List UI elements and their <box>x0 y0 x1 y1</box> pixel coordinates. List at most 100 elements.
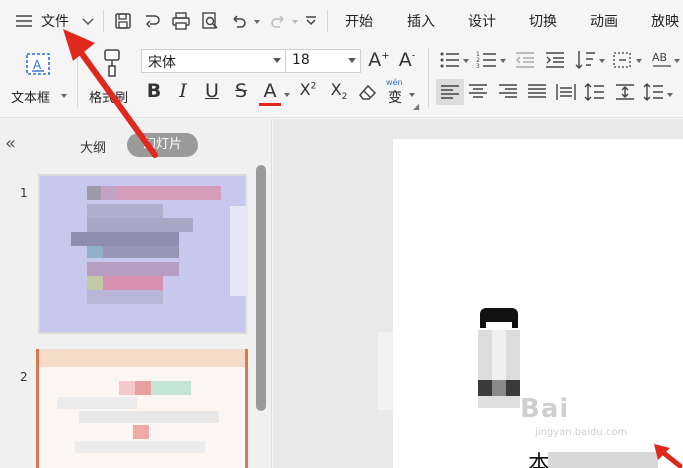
text-direction-dropdown-icon[interactable] <box>636 59 642 63</box>
phonetic-glyph: wén <box>386 78 403 87</box>
tab-insert[interactable]: 插入 <box>407 10 435 32</box>
thumbnail-pixel <box>151 381 191 395</box>
decrease-indent-icon[interactable] <box>514 51 536 69</box>
thumbnail-pixel <box>79 411 219 423</box>
tab-label: 动画 <box>590 14 618 30</box>
phonetic-char: 变 <box>388 90 402 106</box>
thumbnail-pixel <box>87 246 103 258</box>
font-color-dropdown-icon[interactable] <box>284 93 290 97</box>
underline-icon[interactable]: U <box>201 80 223 102</box>
more-icon[interactable] <box>301 11 321 31</box>
figure-pixel <box>478 396 520 408</box>
increase-font-icon[interactable]: A+ <box>368 49 390 71</box>
svg-text:3: 3 <box>476 63 480 69</box>
chevron-down-icon <box>348 58 356 63</box>
slide-text[interactable]: 本 <box>528 446 550 468</box>
phonetic-dropdown-icon[interactable] <box>409 93 415 97</box>
column-spacing-dropdown-icon[interactable] <box>667 93 673 97</box>
chevron-down-icon <box>273 58 281 63</box>
bullet-dropdown-icon[interactable] <box>463 59 469 63</box>
paragraph-spacing-icon[interactable] <box>614 82 636 102</box>
thumbnail-pixel <box>71 232 179 246</box>
italic-icon[interactable]: I <box>172 80 194 102</box>
textbox-icon[interactable]: A <box>24 50 52 78</box>
undo-dropdown-icon[interactable] <box>254 20 260 24</box>
textbox-button[interactable]: 文本框 <box>11 87 50 106</box>
superscript-icon[interactable]: X2 <box>297 80 319 99</box>
thumbnail-pixel <box>87 262 179 276</box>
tab-label: 开始 <box>345 14 373 30</box>
thumbnail-pixel <box>87 186 101 200</box>
tab-label: 插入 <box>407 14 435 30</box>
eraser-icon[interactable] <box>357 81 379 103</box>
decrease-font-icon[interactable]: A- <box>396 49 418 71</box>
tab-label: 设计 <box>468 14 496 30</box>
bullet-list-icon[interactable] <box>439 51 461 69</box>
font-size-select[interactable]: 18 <box>285 49 361 73</box>
figure-pixel <box>492 380 506 396</box>
thumbnail-pixel <box>87 276 103 290</box>
thumbnail-pixel <box>101 186 117 200</box>
numbered-dropdown-icon[interactable] <box>500 59 506 63</box>
thumbnail-pixel <box>117 186 221 200</box>
numbered-list-icon[interactable]: 123 <box>476 51 498 69</box>
sort-dropdown-icon[interactable] <box>599 59 605 63</box>
slide-thumbnail-1[interactable] <box>38 174 248 334</box>
thumbnail-pixel <box>133 425 149 439</box>
tab-start[interactable]: 开始 <box>345 10 373 32</box>
thumbnail-pixel <box>87 218 193 232</box>
slide-thumbnail-2[interactable] <box>36 349 248 468</box>
svg-text:AB: AB <box>652 51 667 64</box>
undo-icon[interactable] <box>229 11 249 31</box>
column-spacing-icon[interactable] <box>643 82 665 102</box>
thumbnail-pixel <box>87 290 163 304</box>
thumbnail-scrollbar[interactable] <box>256 165 266 411</box>
redo-dropdown-icon[interactable] <box>292 20 298 24</box>
redo-icon[interactable] <box>268 11 288 31</box>
figure-pixel <box>486 322 512 330</box>
tab-animation[interactable]: 动画 <box>590 10 618 32</box>
tab-slideshow[interactable]: 放映 <box>651 10 679 32</box>
text-direction-icon[interactable] <box>611 50 633 70</box>
slide-number: 2 <box>20 370 28 384</box>
thumbnail-pixel <box>135 381 151 395</box>
collapse-panel-icon[interactable]: « <box>5 133 16 154</box>
watermark: Bai <box>520 394 570 424</box>
font-color-icon[interactable]: A <box>259 80 281 106</box>
thumbnail-pixel <box>39 349 245 367</box>
line-spacing-icon[interactable] <box>584 82 606 102</box>
tab-label: 切换 <box>529 14 557 30</box>
annotation-arrow-slide <box>654 444 683 468</box>
increase-indent-icon[interactable] <box>544 51 566 69</box>
align-left-icon[interactable] <box>436 79 464 105</box>
tab-transition[interactable]: 切换 <box>529 10 557 32</box>
thumbnail-pixel <box>230 206 248 296</box>
align-center-icon[interactable] <box>467 83 489 101</box>
thumbnail-pixel <box>119 381 135 395</box>
phonetic-guide-button[interactable]: 变 <box>388 87 402 107</box>
sort-icon[interactable] <box>574 49 598 71</box>
slide-figure[interactable] <box>478 308 520 408</box>
annotation-arrow-file <box>63 29 158 158</box>
subscript-icon[interactable]: X2 <box>328 80 350 102</box>
print-icon[interactable] <box>171 11 191 31</box>
blurred-text <box>548 452 658 468</box>
strikethrough-icon[interactable]: S <box>230 80 252 102</box>
figure-pixel <box>492 330 506 380</box>
print-preview-icon[interactable] <box>200 11 220 31</box>
paragraph-dialog-launcher[interactable]: ◢ <box>413 102 419 111</box>
thumbnail-pixel <box>57 397 137 409</box>
distribute-icon[interactable] <box>555 82 577 102</box>
spacing-dropdown-icon[interactable] <box>674 59 680 63</box>
hamburger-icon[interactable] <box>14 11 34 31</box>
tab-label: 放映 <box>651 14 679 30</box>
watermark-url: jingyan.baidu.com <box>535 427 628 438</box>
slide-number: 1 <box>20 186 28 200</box>
tab-design[interactable]: 设计 <box>468 10 496 32</box>
thumbnail-pixel <box>75 441 205 453</box>
justify-icon[interactable] <box>526 83 548 101</box>
textbox-label: 文本框 <box>11 91 51 106</box>
character-spacing-icon[interactable]: AB <box>651 49 673 71</box>
align-right-icon[interactable] <box>497 83 519 101</box>
font-size-value: 18 <box>292 52 310 68</box>
